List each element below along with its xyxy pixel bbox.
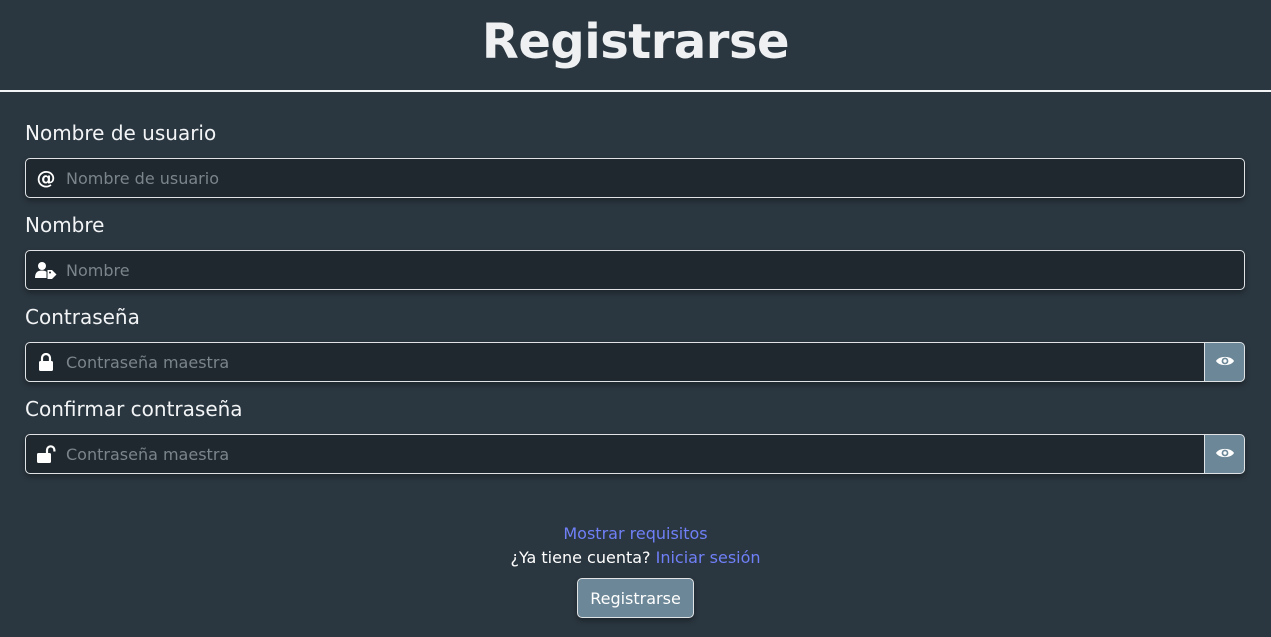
name-label: Nombre bbox=[25, 213, 105, 237]
requirements-line: Mostrar requisitos bbox=[0, 522, 1271, 546]
register-form: Nombre de usuario @ Nombre de usuario No… bbox=[25, 110, 1245, 478]
register-button[interactable]: Registrarse bbox=[577, 578, 694, 618]
eye-icon bbox=[1215, 353, 1235, 372]
password-field-group: Contraseña bbox=[25, 294, 1245, 386]
password-input[interactable] bbox=[66, 343, 1194, 381]
eye-icon bbox=[1215, 445, 1235, 464]
toggle-confirm-password-visibility-button[interactable] bbox=[1205, 434, 1245, 474]
page-header: Registrarse bbox=[0, 0, 1271, 92]
page-title: Registrarse bbox=[481, 14, 790, 70]
lock-icon bbox=[35, 352, 57, 372]
at-icon: @ bbox=[36, 167, 56, 189]
username-input-group: @ bbox=[25, 158, 1245, 198]
name-input[interactable] bbox=[66, 251, 1234, 289]
user-tag-icon bbox=[35, 260, 57, 280]
username-label: Nombre de usuario bbox=[25, 121, 217, 145]
confirm-password-field-group: Confirmar contraseña bbox=[25, 386, 1245, 478]
password-input-group bbox=[25, 342, 1245, 382]
confirm-password-input[interactable] bbox=[66, 435, 1194, 473]
confirm-password-input-group bbox=[25, 434, 1245, 474]
name-input-wrapper bbox=[25, 250, 1245, 290]
password-label: Contraseña bbox=[25, 305, 140, 329]
account-question-text: ¿Ya tiene cuenta? bbox=[510, 548, 651, 567]
name-field-group: Nombre bbox=[25, 202, 1245, 294]
toggle-password-visibility-button[interactable] bbox=[1205, 342, 1245, 382]
confirm-password-label: Confirmar contraseña bbox=[25, 397, 243, 421]
login-link[interactable]: Iniciar sesión bbox=[656, 548, 761, 567]
name-input-group bbox=[25, 250, 1245, 290]
confirm-password-input-wrapper bbox=[25, 434, 1205, 474]
unlock-icon bbox=[35, 444, 57, 464]
username-input-wrapper: @ bbox=[25, 158, 1245, 198]
show-requirements-link[interactable]: Mostrar requisitos bbox=[563, 524, 707, 543]
form-footer: Mostrar requisitos ¿Ya tiene cuenta? Ini… bbox=[0, 522, 1271, 618]
username-input[interactable] bbox=[66, 159, 1234, 197]
username-field-group: Nombre de usuario @ bbox=[25, 110, 1245, 202]
account-line: ¿Ya tiene cuenta? Iniciar sesión bbox=[0, 546, 1271, 570]
password-input-wrapper bbox=[25, 342, 1205, 382]
